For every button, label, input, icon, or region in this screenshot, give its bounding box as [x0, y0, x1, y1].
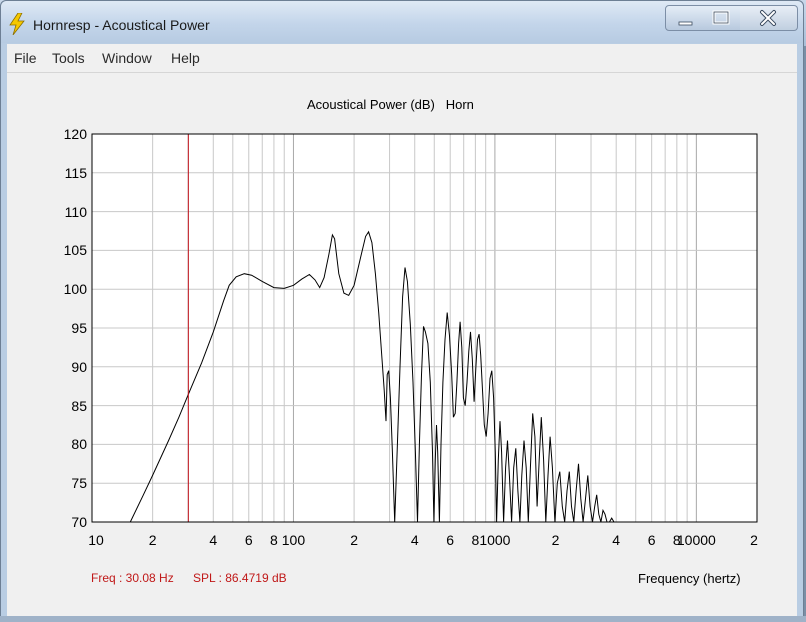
close-icon: [760, 10, 776, 26]
x-tick-label: 8: [471, 532, 480, 548]
y-tick-label: 95: [71, 320, 87, 336]
frequency-readout: Freq : 30.08 Hz: [91, 571, 174, 585]
x-tick-label: 6: [446, 532, 455, 548]
x-tick-label: 2: [551, 532, 560, 548]
maximize-icon: [712, 10, 730, 25]
title-bar[interactable]: Hornresp - Acoustical Power: [1, 1, 803, 43]
y-tick-label: 120: [63, 126, 87, 142]
x-tick-label: 4: [612, 532, 621, 548]
maximize-button[interactable]: [703, 5, 741, 31]
menu-file[interactable]: File: [14, 50, 37, 66]
x-tick-label: 8: [270, 532, 278, 548]
menu-window[interactable]: Window: [102, 50, 152, 66]
lightning-bolt-icon: [9, 13, 25, 35]
y-tick-label: 90: [71, 358, 87, 375]
y-tick-label: 75: [71, 475, 87, 492]
menu-tools[interactable]: Tools: [52, 50, 85, 66]
minimize-icon: [678, 21, 693, 26]
x-tick-label: 10: [88, 532, 104, 548]
x-tick-label: 1000: [479, 532, 511, 548]
x-tick-label: 4: [410, 532, 419, 548]
desktop-taskbar-edge: [0, 616, 806, 622]
y-tick-label: 80: [71, 436, 87, 453]
y-tick-label: 105: [63, 242, 87, 259]
chart-area[interactable]: Acoustical Power (dB) Horn 120 115 110 105 1…: [7, 73, 797, 617]
menu-help[interactable]: Help: [171, 50, 200, 66]
x-tick-label: 6: [244, 532, 253, 548]
y-tick-label: 115: [64, 164, 87, 181]
y-tick-label: 100: [63, 281, 87, 298]
y-tick-label: 85: [71, 397, 87, 414]
x-tick-label: 2: [750, 532, 758, 548]
x-tick-label: 2: [350, 532, 358, 548]
menu-bar: File Tools Window Help: [7, 44, 797, 73]
close-button[interactable]: [740, 5, 798, 31]
minimize-button[interactable]: [665, 5, 704, 31]
x-tick-label: 100: [281, 532, 306, 548]
x-tick-label: 10000: [676, 532, 716, 548]
window-title: Hornresp - Acoustical Power: [33, 17, 210, 33]
y-tick-label: 70: [71, 514, 87, 530]
y-tick-label: 110: [64, 203, 87, 220]
app-window: Hornresp - Acoustical Power File Tools W…: [0, 0, 804, 620]
x-axis-label: Frequency (hertz): [638, 571, 741, 586]
x-tick-label: 2: [148, 532, 157, 548]
x-tick-label: 4: [209, 532, 218, 548]
spl-readout: SPL : 86.4719 dB: [193, 571, 287, 585]
x-tick-label: 6: [647, 532, 656, 548]
